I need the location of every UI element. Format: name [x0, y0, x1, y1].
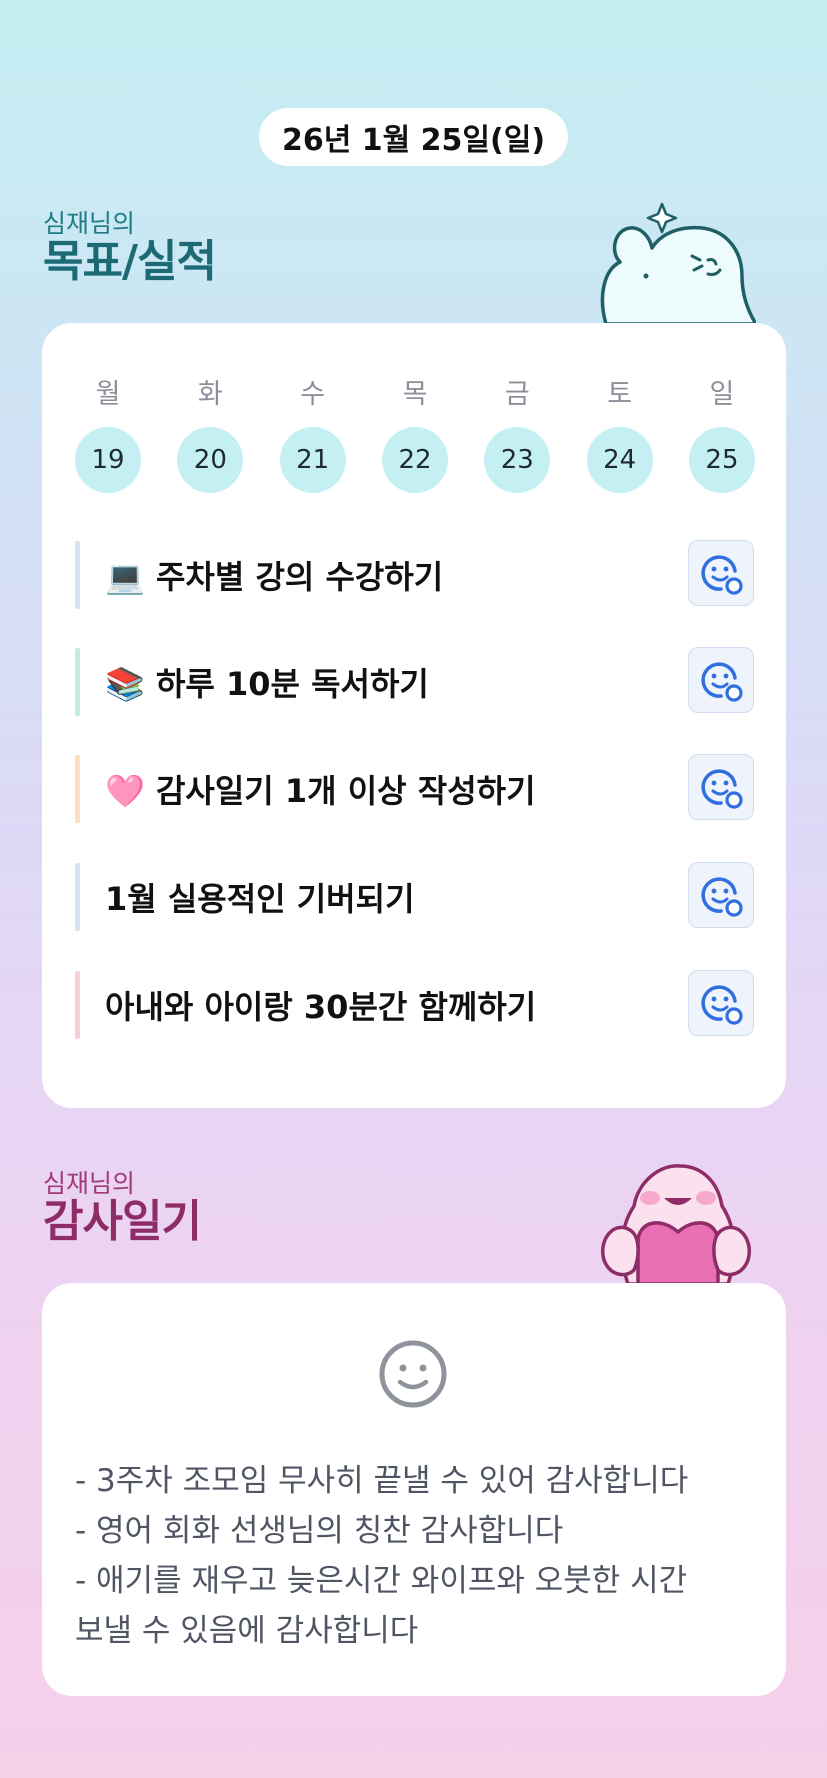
- goal-item[interactable]: 아내와 아이랑 30분간 함께하기: [75, 970, 754, 1039]
- thanks-mascot: [601, 1164, 751, 1284]
- day-mon[interactable]: 월 19: [75, 375, 141, 493]
- day-thu[interactable]: 목 22: [381, 375, 448, 493]
- thanks-line: - 애기를 재우고 늦은시간 와이프와 오붓한 시간: [75, 1563, 688, 1599]
- date-text: 26년 1월 25일(일): [281, 123, 546, 158]
- thanks-line: 보낼 수 있음에 감사합니다: [75, 1613, 419, 1649]
- day-name: 일: [709, 379, 735, 410]
- goal-text: 아내와 아이랑 30분간 함께하기: [105, 988, 537, 1026]
- goals-title: 목표/실적: [43, 236, 217, 287]
- goal-item[interactable]: 🩷 감사일기 1개 이상 작성하기: [75, 754, 754, 823]
- smiley-face-icon[interactable]: [378, 1339, 448, 1409]
- goal-text: 💻 주차별 강의 수강하기: [105, 558, 444, 596]
- day-name: 목: [402, 379, 428, 410]
- smiley-plus-icon: [701, 662, 743, 702]
- goal-status-button[interactable]: [688, 540, 754, 606]
- goal-color-bar: [75, 971, 80, 1039]
- smiley-plus-icon: [701, 769, 743, 809]
- goal-text: 1월 실용적인 기버되기: [105, 880, 415, 918]
- goal-item[interactable]: 1월 실용적인 기버되기: [75, 862, 754, 931]
- goal-color-bar: [75, 863, 80, 931]
- day-name: 수: [300, 379, 326, 410]
- day-fri[interactable]: 금 23: [484, 375, 551, 493]
- day-name: 토: [607, 379, 633, 410]
- day-number: 24: [586, 427, 653, 493]
- goal-text: 🩷 감사일기 1개 이상 작성하기: [105, 772, 536, 810]
- day-sat[interactable]: 토 24: [586, 375, 653, 493]
- goal-text: 📚 하루 10분 독서하기: [105, 665, 429, 703]
- day-name: 금: [504, 379, 530, 410]
- goal-item[interactable]: 💻 주차별 강의 수강하기: [75, 540, 754, 609]
- day-sun[interactable]: 일 25: [688, 375, 755, 493]
- smiley-plus-icon: [701, 985, 743, 1025]
- thanks-owner: 심재님의: [43, 1169, 136, 1198]
- smiley-plus-icon: [701, 555, 743, 595]
- thanks-line: - 3주차 조모임 무사히 끝낼 수 있어 감사합니다: [75, 1463, 689, 1499]
- goal-status-button[interactable]: [688, 647, 754, 713]
- goal-status-button[interactable]: [688, 862, 754, 928]
- goal-color-bar: [75, 648, 80, 716]
- thanks-title: 감사일기: [43, 1196, 202, 1247]
- goals-card: 월 19 화 20 수 21 목 22 금 23 토 24 일 25 💻 주차별…: [42, 323, 786, 1108]
- day-number: 25: [688, 427, 755, 493]
- goal-color-bar: [75, 541, 80, 609]
- day-number: 20: [177, 427, 244, 493]
- thanks-section-label: 심재님의 감사일기: [43, 1169, 202, 1247]
- day-number: 21: [279, 427, 346, 493]
- smiley-plus-icon: [701, 877, 743, 917]
- goals-owner: 심재님의: [43, 209, 136, 238]
- goals-mascot: [600, 202, 756, 324]
- day-number: 19: [75, 427, 141, 493]
- day-name: 월: [95, 379, 121, 410]
- day-tue[interactable]: 화 20: [177, 375, 244, 493]
- week-calendar: 월 19 화 20 수 21 목 22 금 23 토 24 일 25: [75, 375, 755, 493]
- day-number: 22: [381, 427, 448, 493]
- goal-status-button[interactable]: [688, 970, 754, 1036]
- thanks-card: - 3주차 조모임 무사히 끝낼 수 있어 감사합니다 - 영어 회화 선생님의…: [42, 1283, 786, 1696]
- goal-item[interactable]: 📚 하루 10분 독서하기: [75, 647, 754, 716]
- goal-status-button[interactable]: [688, 754, 754, 820]
- day-wed[interactable]: 수 21: [279, 375, 346, 493]
- thanks-entry: - 3주차 조모임 무사히 끝낼 수 있어 감사합니다 - 영어 회화 선생님의…: [75, 1456, 765, 1656]
- goals-section-label: 심재님의 목표/실적: [43, 209, 217, 287]
- day-number: 23: [484, 427, 551, 493]
- goal-color-bar: [75, 755, 80, 823]
- date-pill[interactable]: 26년 1월 25일(일): [259, 108, 568, 166]
- thanks-line: - 영어 회화 선생님의 칭찬 감사합니다: [75, 1513, 564, 1549]
- day-name: 화: [197, 379, 223, 410]
